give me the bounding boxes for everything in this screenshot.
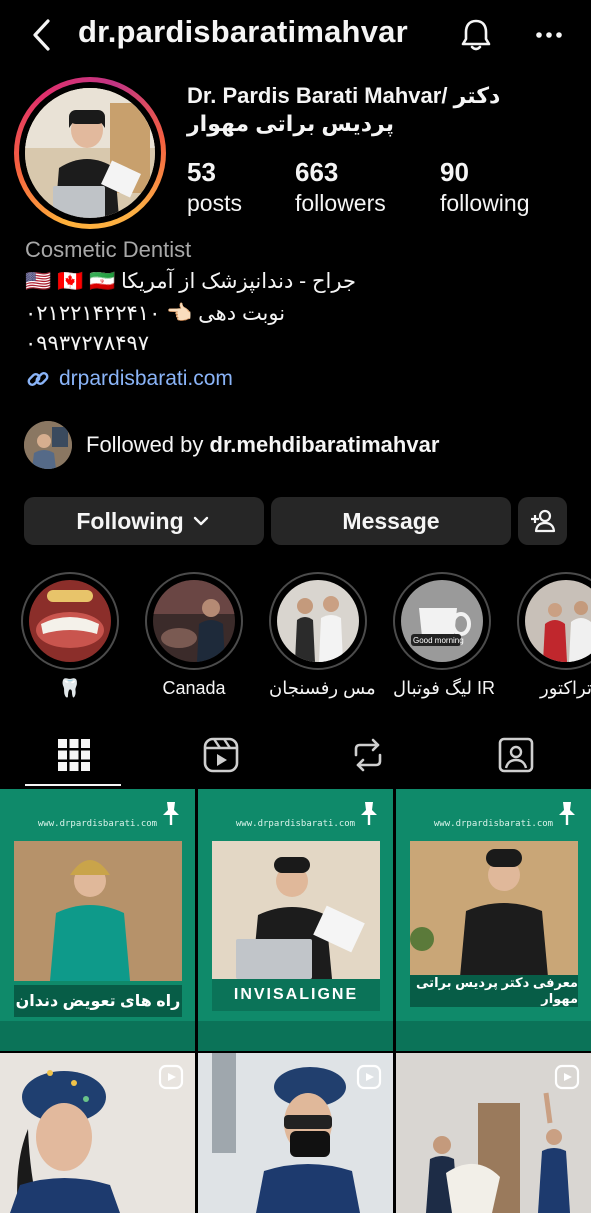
grid-icon[interactable] — [54, 735, 94, 775]
post-thumbnail[interactable]: www.drpardisbarati.com راه های تعویض دند… — [0, 789, 195, 1051]
highlight-item[interactable]: تراکتور — [517, 572, 591, 699]
profile-handle: dr.pardisbaratimahvar — [78, 14, 408, 49]
more-icon[interactable] — [534, 20, 564, 50]
highlight-label: لیگ فوتبال IR — [393, 678, 495, 698]
stat-posts[interactable]: 53 posts — [187, 156, 242, 218]
reel-thumbnail[interactable] — [0, 1053, 195, 1213]
post-caption: INVISALIGNE — [212, 979, 380, 1011]
post-thumbnail[interactable]: www.drpardisbarati.com INVISALIGNE — [198, 789, 393, 1051]
followed-by-text: Followed by dr.mehdibaratimahvar — [86, 432, 440, 457]
following-button[interactable]: Following — [24, 497, 264, 545]
followers-label: followers — [295, 190, 386, 216]
highlight-label: 🦷 — [58, 678, 82, 698]
posts-count: 53 — [187, 157, 216, 187]
reel-thumbnail[interactable] — [198, 1053, 393, 1213]
chevron-down-icon — [193, 516, 208, 526]
display-name: Dr. Pardis Barati Mahvar/ دکتر پردیس برا… — [187, 83, 501, 136]
pin-icon — [559, 802, 575, 825]
link-text[interactable]: drpardisbarati.com — [59, 367, 233, 391]
repost-icon[interactable] — [348, 735, 388, 775]
message-button[interactable]: Message — [271, 497, 511, 545]
bio-line: ۰۹۹۳۷۲۷۸۴۹۷ — [25, 332, 150, 355]
following-button-label: Following — [76, 507, 184, 534]
highlight-item[interactable]: Canada — [145, 572, 243, 699]
post-caption: راه های تعویض دندان — [14, 985, 182, 1017]
message-button-label: Message — [342, 507, 440, 534]
stat-following[interactable]: 90 following — [440, 156, 530, 218]
add-person-icon — [530, 509, 555, 533]
followed-by[interactable]: Followed by dr.mehdibaratimahvar — [24, 421, 439, 469]
post-thumbnail[interactable]: www.drpardisbarati.com معرفی دکتر پردیس … — [396, 789, 591, 1051]
pin-icon — [163, 802, 179, 825]
follower-avatar — [24, 421, 72, 469]
profile-link[interactable]: drpardisbarati.com — [25, 366, 233, 392]
highlight-label: مس رفسنجان — [269, 678, 376, 698]
back-icon[interactable] — [28, 18, 58, 52]
tagged-icon[interactable] — [496, 735, 536, 775]
category-label: Cosmetic Dentist — [25, 237, 192, 262]
following-label: following — [440, 190, 530, 216]
highlight-badge: Good morning — [413, 636, 464, 645]
highlight-item[interactable]: مس رفسنجان — [269, 572, 376, 699]
followers-count: 663 — [295, 157, 339, 187]
highlight-label: Canada — [162, 678, 226, 698]
add-person-button[interactable] — [518, 497, 567, 545]
bio-line: جراح - دندانپزشک از آمریکا 🇺🇸 🇨🇦 🇮🇷 — [25, 270, 356, 293]
active-tab-indicator — [25, 784, 121, 786]
reel-icon — [356, 1064, 382, 1090]
reel-icon — [158, 1064, 184, 1090]
posts-label: posts — [187, 190, 242, 216]
link-icon — [27, 372, 49, 386]
highlight-label: تراکتور — [540, 678, 591, 698]
highlight-item[interactable]: 🦷 — [21, 572, 119, 699]
bio-line: نوبت دهی 👈🏻 ۰۲۱۲۲۱۴۲۲۴۱۰ — [25, 302, 286, 325]
highlight-item[interactable]: Good morning لیگ فوتبال IR — [393, 572, 495, 699]
reels-icon[interactable] — [201, 735, 241, 775]
post-caption: معرفی دکتر پردیس براتی مهوار — [410, 975, 578, 1007]
reel-thumbnail[interactable] — [396, 1053, 591, 1213]
profile-avatar[interactable] — [14, 77, 166, 229]
pin-icon — [361, 802, 377, 825]
bell-icon[interactable] — [458, 17, 494, 53]
reel-icon — [554, 1064, 580, 1090]
following-count: 90 — [440, 157, 469, 187]
stat-followers[interactable]: 663 followers — [295, 156, 386, 218]
